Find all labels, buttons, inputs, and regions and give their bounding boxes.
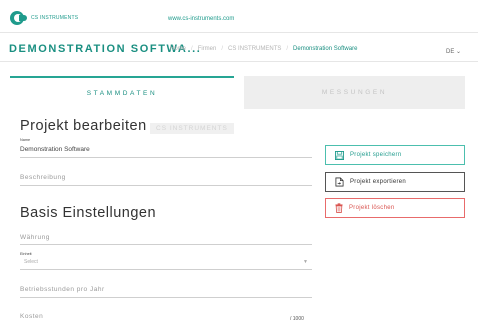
unit-select[interactable]: Select [24,259,38,265]
company-logo[interactable]: CS INSTRUMENTS [10,11,78,25]
save-project-label: Projekt speichern [350,152,402,158]
currency-underline [20,244,312,245]
language-select[interactable]: DE ⌄ [446,48,461,55]
chevron-down-icon[interactable]: ▼ [303,259,308,265]
company-tag: CS INSTRUMENTS [150,123,234,134]
operating-hours-input[interactable]: Betriebsstunden pro Jahr [20,286,105,293]
breadcrumb-company[interactable]: CS INSTRUMENTS [228,46,281,52]
delete-project-button[interactable]: Projekt löschen [325,198,465,218]
cost-suffix: / 1000 [290,316,304,322]
website-link[interactable]: www.cs-instruments.com [168,16,234,22]
tab-messungen[interactable]: MESSUNGEN [244,76,465,109]
logo-icon [10,11,28,25]
breadcrumb-firmen[interactable]: Firmen [198,46,217,52]
export-icon [335,177,344,187]
unit-underline [20,269,312,270]
basis-heading: Basis Einstellungen [20,205,157,221]
save-icon [335,150,344,160]
description-input[interactable]: Beschreibung [20,174,66,181]
save-project-button[interactable]: Projekt speichern [325,145,465,165]
trash-icon [335,203,343,213]
name-underline [20,157,312,158]
project-heading: Projekt bearbeiten [20,118,147,134]
top-bar: CS INSTRUMENTS www.cs-instruments.com [0,0,478,33]
name-label: Name [20,138,31,142]
breadcrumb-current[interactable]: Demonstration Software [293,46,357,52]
export-project-label: Projekt exportieren [350,179,407,185]
description-underline [20,185,312,186]
export-project-button[interactable]: Projekt exportieren [325,172,465,192]
currency-input[interactable]: Währung [20,234,50,241]
tab-stammdaten[interactable]: STAMMDATEN [10,76,234,109]
delete-project-label: Projekt löschen [349,205,395,211]
navigation-bar: DEMONSTRATION SOFTWA... Home / Firmen / CS I… [0,34,478,62]
unit-label: Einheit [20,252,32,256]
breadcrumb-home[interactable]: Home [170,46,186,52]
breadcrumb: Home / Firmen / CS INSTRUMENTS / Demonstration… [170,46,358,52]
name-input[interactable]: Demonstration Software [20,146,90,153]
tab-bar: STAMMDATEN MESSUNGEN [10,76,465,109]
logo-text: CS INSTRUMENTS [31,15,79,21]
operating-hours-underline [20,297,312,298]
cost-input[interactable]: Kosten [20,313,43,320]
